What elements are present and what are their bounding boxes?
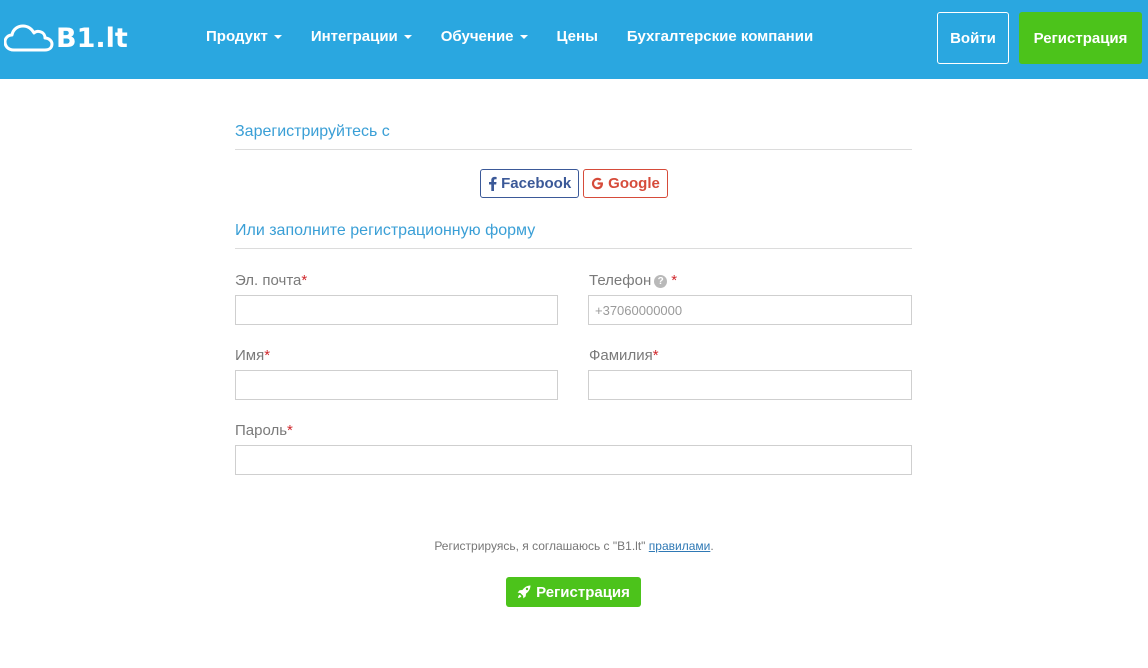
required-mark: * bbox=[652, 347, 659, 364]
nav-item-label: Бухгалтерские компании bbox=[626, 28, 814, 45]
caret-down-icon bbox=[273, 34, 282, 39]
last-name-label-text: Фамилия bbox=[589, 347, 653, 364]
cloud-icon bbox=[4, 24, 54, 52]
logo-text: B1.lt bbox=[56, 22, 128, 54]
nav-item-label: Интеграции bbox=[310, 28, 398, 45]
caret-down-icon bbox=[403, 34, 412, 39]
facebook-button[interactable]: Facebook bbox=[480, 169, 580, 198]
facebook-icon bbox=[489, 176, 497, 191]
social-section-title: Зарегистрируйтесь с bbox=[235, 123, 912, 150]
last-name-label: Фамилия* bbox=[589, 347, 659, 364]
password-label: Пароль* bbox=[235, 422, 293, 439]
email-label: Эл. почта* bbox=[235, 272, 307, 289]
terms-link[interactable]: правилами bbox=[649, 539, 711, 553]
main-nav: Продукт Интеграции Обучение Цены Бухгалт… bbox=[206, 28, 842, 45]
first-name-label: Имя* bbox=[235, 347, 270, 364]
first-name-field[interactable] bbox=[235, 370, 558, 400]
required-mark: * bbox=[301, 272, 308, 289]
password-label-text: Пароль bbox=[235, 422, 288, 439]
social-buttons: Facebook Google bbox=[0, 169, 1148, 198]
nav-item-label: Обучение bbox=[440, 28, 514, 45]
register-submit-button[interactable]: Регистрация bbox=[506, 577, 641, 607]
facebook-label: Facebook bbox=[501, 175, 572, 192]
first-name-label-text: Имя bbox=[235, 347, 265, 364]
nav-item-prices[interactable]: Цены bbox=[557, 28, 598, 45]
login-button[interactable]: Войти bbox=[937, 12, 1009, 64]
google-label: Google bbox=[608, 175, 660, 192]
terms-agreement: Регистрируясь, я соглашаюсь с "B1.lt" пр… bbox=[0, 539, 1148, 553]
nav-item-label: Цены bbox=[556, 28, 598, 45]
nav-item-learning[interactable]: Обучение bbox=[441, 28, 528, 45]
terms-text: Регистрируясь, я соглашаюсь с "B1.lt" bbox=[434, 539, 646, 553]
terms-end: . bbox=[710, 539, 714, 553]
logo[interactable]: B1.lt bbox=[4, 20, 128, 56]
nav-item-accounting-companies[interactable]: Бухгалтерские компании bbox=[627, 28, 813, 45]
required-mark: * bbox=[287, 422, 293, 439]
caret-down-icon bbox=[519, 34, 528, 39]
required-mark: * bbox=[264, 347, 271, 364]
top-navbar: B1.lt Продукт Интеграции Обучение Цены Б… bbox=[0, 0, 1148, 79]
phone-field[interactable] bbox=[588, 295, 912, 325]
nav-item-label: Продукт bbox=[206, 28, 268, 45]
phone-label: Телефон? * bbox=[589, 272, 677, 289]
google-button[interactable]: Google bbox=[583, 169, 668, 198]
question-circle-icon[interactable]: ? bbox=[654, 275, 668, 288]
password-field[interactable] bbox=[235, 445, 912, 475]
google-icon bbox=[592, 177, 604, 190]
form-section-title: Или заполните регистрационную форму bbox=[235, 222, 912, 249]
rocket-icon bbox=[517, 585, 531, 599]
phone-label-text: Телефон bbox=[589, 272, 652, 289]
required-mark: * bbox=[671, 272, 678, 289]
email-field[interactable] bbox=[235, 295, 558, 325]
register-submit-label: Регистрация bbox=[536, 583, 630, 601]
nav-item-product[interactable]: Продукт bbox=[206, 28, 282, 45]
nav-item-integrations[interactable]: Интеграции bbox=[311, 28, 412, 45]
register-header-button[interactable]: Регистрация bbox=[1019, 12, 1142, 64]
last-name-field[interactable] bbox=[588, 370, 912, 400]
email-label-text: Эл. почта bbox=[235, 272, 302, 289]
